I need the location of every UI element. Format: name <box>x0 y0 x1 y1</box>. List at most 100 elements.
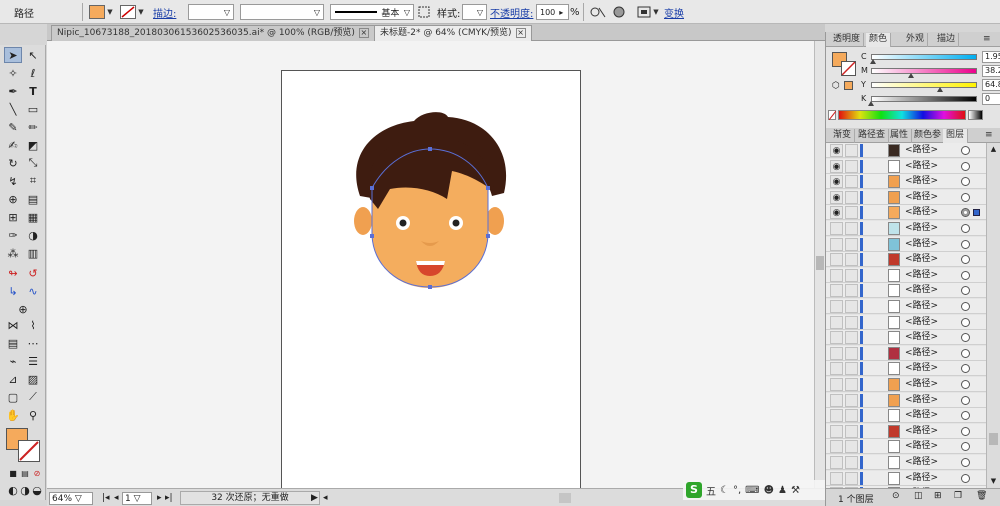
lock-toggle[interactable] <box>845 393 858 407</box>
zoom-field[interactable]: 64% ▽ <box>49 491 93 505</box>
grayscale-ramp[interactable] <box>968 110 983 120</box>
free-transform-tool-icon[interactable]: ⌗ <box>24 173 42 189</box>
out-of-gamut-icon[interactable]: ⬡ <box>832 81 840 91</box>
lock-toggle[interactable] <box>845 346 858 360</box>
channel-value-field[interactable]: 0 <box>982 93 1000 105</box>
align-icon[interactable]: ▼ <box>637 3 661 21</box>
target-icon[interactable] <box>961 286 970 296</box>
locate-object-icon[interactable]: ⊙ <box>892 491 900 501</box>
voice-icon[interactable]: ☻ <box>764 485 774 496</box>
delete-layer-icon[interactable]: 🗑 <box>976 491 987 501</box>
color-spectrum[interactable] <box>838 110 966 120</box>
layer-row[interactable]: <路径> <box>826 252 986 268</box>
lock-toggle[interactable] <box>845 175 858 189</box>
layer-name[interactable]: <路径> <box>905 206 938 219</box>
target-icon[interactable] <box>961 192 970 202</box>
target-icon[interactable] <box>961 317 970 327</box>
prev-artboard-icon[interactable]: ◂ <box>114 491 119 505</box>
lock-toggle[interactable] <box>845 424 858 438</box>
graph-tool-icon[interactable]: ⌁ <box>4 353 22 369</box>
rotate-tool-icon[interactable]: ↻ <box>4 155 22 171</box>
layer-name[interactable]: <路径> <box>905 456 938 469</box>
lock-toggle[interactable] <box>845 471 858 485</box>
target-icon[interactable] <box>961 224 970 233</box>
target-icon[interactable] <box>961 380 970 389</box>
layer-row[interactable]: ◉ <路径> <box>826 158 986 174</box>
tools-icon[interactable]: ⚒ <box>791 485 800 496</box>
layer-name[interactable]: <路径> <box>905 238 938 251</box>
channel-m[interactable]: M38.28% <box>854 65 1000 78</box>
chevron-down-icon[interactable]: ▼ <box>105 5 115 19</box>
path-tool-icon[interactable]: ↳ <box>4 283 22 299</box>
brush-definition[interactable]: 基本 ▽ <box>330 3 414 21</box>
layer-name[interactable]: <路径> <box>905 160 938 173</box>
user-icon[interactable]: ♟ <box>778 485 787 496</box>
type-tool-icon[interactable]: T <box>24 83 42 99</box>
lock-toggle[interactable] <box>845 222 858 235</box>
visibility-eye-icon[interactable] <box>830 362 843 376</box>
target-icon[interactable] <box>961 239 970 249</box>
live-paint-tool-icon[interactable]: ▤ <box>24 191 42 207</box>
new-sublayer-icon[interactable]: ⊞ <box>934 491 942 501</box>
opacity-field[interactable]: 100 ▸ <box>536 4 569 20</box>
slider-handle-icon[interactable] <box>868 101 874 106</box>
channel-c[interactable]: C1.95% <box>854 51 1000 64</box>
layer-row[interactable]: <路径> <box>826 408 986 424</box>
first-artboard-icon[interactable]: |◂ <box>102 491 110 505</box>
line-tool-icon[interactable]: ╲ <box>4 101 22 117</box>
opacity-link[interactable]: 不透明度: <box>490 3 533 21</box>
layer-name[interactable]: <路径> <box>905 409 938 422</box>
channel-slider[interactable] <box>871 68 977 74</box>
layers-scrollbar[interactable]: ▲ ▼ <box>986 143 1000 488</box>
punctuation-icon[interactable]: °, <box>733 485 741 496</box>
lock-toggle[interactable] <box>845 409 858 423</box>
shape-builder-tool-icon[interactable]: ⊕ <box>4 191 22 207</box>
selection-indicator[interactable] <box>973 209 980 217</box>
symbol-sprayer-tool-icon[interactable]: ⁂ <box>4 245 22 261</box>
selection-tool-icon[interactable]: ➤ <box>4 47 22 63</box>
boy-illustration[interactable] <box>282 71 582 491</box>
layer-name[interactable]: <路径> <box>905 144 938 157</box>
hscroll-thumb[interactable] <box>559 493 571 503</box>
layer-row[interactable]: <路径> <box>826 314 986 330</box>
layer-row[interactable]: <路径> <box>826 439 986 455</box>
target-icon[interactable] <box>961 208 970 218</box>
layer-name[interactable]: <路径> <box>905 362 938 375</box>
layer-row[interactable]: <路径> <box>826 470 986 486</box>
column-graph-tool-icon[interactable]: ▥ <box>24 245 42 261</box>
visibility-eye-icon[interactable] <box>830 331 843 345</box>
none-mode-icon[interactable]: ⊘ <box>28 465 46 481</box>
artboard-number-field[interactable]: 1 ▽ <box>122 491 152 505</box>
layer-name[interactable]: <路径> <box>905 222 938 235</box>
tab-attributes[interactable]: 属性 <box>887 129 913 143</box>
graphic-style-picker[interactable]: ▽ <box>462 4 487 20</box>
tab-document-2[interactable]: 未标题-2* @ 64% (CMYK/预览) × <box>374 25 532 41</box>
left-ear[interactable] <box>354 207 372 235</box>
target-icon[interactable] <box>961 395 970 405</box>
channel-value-field[interactable]: 64.84 <box>982 79 1000 91</box>
stroke-color-picker[interactable]: ▼ <box>120 3 146 21</box>
layer-name[interactable]: <路径> <box>905 253 938 266</box>
gradient-tool-icon[interactable]: ▦ <box>24 209 42 225</box>
layer-name[interactable]: <路径> <box>905 472 938 485</box>
list-tool-icon[interactable]: ☰ <box>24 353 42 369</box>
layer-name[interactable]: <路径> <box>905 175 938 188</box>
anchor-point[interactable] <box>486 186 490 190</box>
hand-tool-icon[interactable]: ✋ <box>4 407 22 423</box>
tab-color-guide[interactable]: 颜色参 <box>911 129 946 143</box>
crosshair-tool-icon[interactable]: ⊕ <box>14 301 32 317</box>
layer-row[interactable]: <路径> <box>826 345 986 361</box>
slider-handle-icon[interactable] <box>936 87 943 92</box>
visibility-eye-icon[interactable] <box>830 284 843 298</box>
tab-pathfinder[interactable]: 路径查 <box>855 129 890 143</box>
layer-row[interactable]: <路径> <box>826 330 986 346</box>
canvas[interactable] <box>47 41 814 491</box>
layer-row[interactable]: <路径> <box>826 299 986 314</box>
layer-row[interactable]: <路径> <box>826 455 986 470</box>
lock-toggle[interactable] <box>845 331 858 345</box>
layer-row[interactable]: <路径> <box>826 392 986 408</box>
ime-mode[interactable]: 五 <box>706 483 716 498</box>
chevron-down-icon[interactable]: ▼ <box>136 5 146 19</box>
target-icon[interactable] <box>961 255 970 265</box>
channel-k[interactable]: K0% <box>854 93 1000 106</box>
